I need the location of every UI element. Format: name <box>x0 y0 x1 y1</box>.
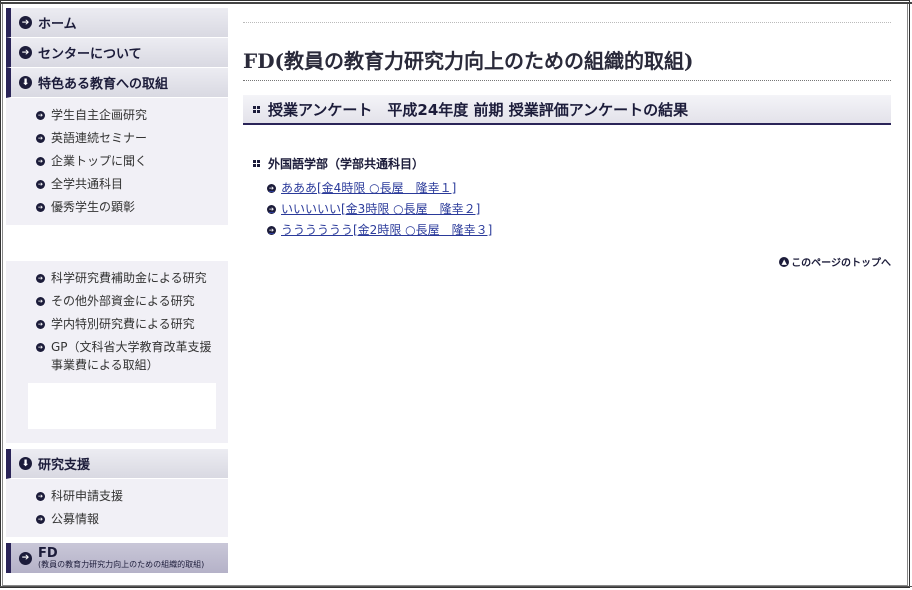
arrow-right-icon: ➔ <box>19 46 32 59</box>
nav-home-label: ホーム <box>38 17 77 32</box>
sidebar-item[interactable]: ➔ GP（文科省大学教育改革支援事業費による取組） <box>6 336 228 377</box>
arrow-right-icon: ➔ <box>267 184 276 193</box>
top-border <box>0 2 912 4</box>
arrow-right-icon: ➔ <box>36 274 45 283</box>
arrow-right-icon: ➔ <box>36 180 45 189</box>
nav-support[interactable]: ⬇ 研究支援 <box>6 449 228 479</box>
department-heading: 外国語学部（学部共通科目） <box>243 155 891 172</box>
page-title: FD(教員の教育力研究力向上のための組織的取組) <box>243 45 891 81</box>
sidebar-item[interactable]: ➔ 科研申請支援 <box>6 485 228 508</box>
arrow-right-icon: ➔ <box>36 157 45 166</box>
nav-home[interactable]: ➔ ホーム <box>6 8 228 38</box>
square-bullet-icon <box>253 105 260 113</box>
sidebar-item[interactable]: ➔ 学内特別研究費による研究 <box>6 313 228 336</box>
arrow-right-icon: ➔ <box>19 551 32 565</box>
sidebar-item-label: 英語連続セミナー <box>51 131 148 145</box>
arrow-right-icon: ➔ <box>36 492 45 501</box>
nav-about[interactable]: ➔ センターについて <box>6 38 228 68</box>
arrow-right-icon: ➔ <box>36 515 45 524</box>
sidebar-item[interactable]: ➔ 企業トップに聞く <box>6 150 228 173</box>
sidebar-item-label: 全学共通科目 <box>51 177 124 191</box>
square-bullet-icon <box>253 160 260 167</box>
arrow-right-icon: ➔ <box>36 111 45 120</box>
nav-fd[interactable]: ➔ FD (教員の教育力研究力向上のための組織的取組) <box>6 543 228 573</box>
result-link-label: いいいいい[金3時限 ○長屋 隆幸２] <box>281 202 481 216</box>
arrow-right-icon: ➔ <box>36 203 45 212</box>
back-to-top-link[interactable]: ▲ このページのトップへ <box>779 254 891 269</box>
sidebar-item[interactable]: ➔ 優秀学生の顕彰 <box>6 196 228 219</box>
sidebar-item[interactable]: ➔ 英語連続セミナー <box>6 127 228 150</box>
back-to-top-label: このページのトップへ <box>791 258 891 269</box>
main-content: FD(教員の教育力研究力向上のための組織的取組) 授業アンケート 平成24年度 … <box>243 8 891 269</box>
sidebar-item-label: 科学研究費補助金による研究 <box>51 271 207 285</box>
arrow-down-icon: ⬇ <box>19 457 32 470</box>
nav-support-label: 研究支援 <box>38 458 91 473</box>
nav-fd-title: FD <box>38 545 58 561</box>
sidebar-item[interactable]: ➔ 科学研究費補助金による研究 <box>6 267 228 290</box>
sidebar-item[interactable]: ➔ 公募情報 <box>6 508 228 531</box>
result-link[interactable]: ➔ いいいいい[金3時限 ○長屋 隆幸２] <box>267 199 891 220</box>
result-link-label: あああ[金4時限 ○長屋 隆幸１] <box>281 181 457 195</box>
nav-special-label: 特色ある教育への取組 <box>38 77 169 92</box>
blank-box <box>28 383 216 429</box>
sidebar-item[interactable]: ➔ その他外部資金による研究 <box>6 290 228 313</box>
section-title: 授業アンケート 平成24年度 前期 授業評価アンケートの結果 <box>268 100 689 119</box>
arrow-right-icon: ➔ <box>36 343 45 352</box>
result-link-label: うううううう[金2時限 ○長屋 隆幸３] <box>281 223 493 237</box>
sidebar-item-label: 科研申請支援 <box>51 489 124 503</box>
section-header: 授業アンケート 平成24年度 前期 授業評価アンケートの結果 <box>243 95 891 125</box>
arrow-right-icon: ➔ <box>36 320 45 329</box>
bottom-border <box>0 586 912 587</box>
result-link[interactable]: ➔ あああ[金4時限 ○長屋 隆幸１] <box>267 178 891 199</box>
arrow-right-icon: ➔ <box>267 226 276 235</box>
result-link[interactable]: ➔ うううううう[金2時限 ○長屋 隆幸３] <box>267 220 891 241</box>
breadcrumb <box>243 8 891 23</box>
arrow-right-icon: ➔ <box>267 205 276 214</box>
department-label: 外国語学部（学部共通科目） <box>268 157 425 171</box>
sidebar-item-label: 公募情報 <box>51 512 100 526</box>
sidebar-item-label: 学生自主企画研究 <box>51 108 148 122</box>
nav-about-label: センターについて <box>38 47 142 62</box>
research-subpanel: ➔ 科学研究費補助金による研究 ➔ その他外部資金による研究 ➔ 学内特別研究費による… <box>6 261 228 443</box>
arrow-right-icon: ➔ <box>36 297 45 306</box>
sidebar-gap <box>6 225 228 261</box>
sidebar-item-label: 企業トップに聞く <box>51 154 148 168</box>
nav-special[interactable]: ⬇ 特色ある教育への取組 <box>6 68 228 98</box>
sidebar-item[interactable]: ➔ 全学共通科目 <box>6 173 228 196</box>
arrow-right-icon: ➔ <box>36 134 45 143</box>
sidebar-item-label: 優秀学生の顕彰 <box>51 200 136 214</box>
arrow-up-icon: ▲ <box>779 256 790 267</box>
special-subpanel: ➔ 学生自主企画研究 ➔ 英語連続セミナー ➔ 企業トップに聞く ➔ 全学共通科目 ➔ 優… <box>6 98 228 225</box>
sidebar-item-label: 学内特別研究費による研究 <box>51 317 195 331</box>
sidebar: ➔ ホーム ➔ センターについて ⬇ 特色ある教育への取組 ➔ 学生自主企画研究 … <box>6 8 228 573</box>
nav-fd-subtitle: (教員の教育力研究力向上のための組織的取組) <box>38 559 205 569</box>
sidebar-item-label: その他外部資金による研究 <box>51 294 195 308</box>
support-subpanel: ➔ 科研申請支援 ➔ 公募情報 <box>6 479 228 537</box>
arrow-right-icon: ➔ <box>19 16 32 29</box>
result-links: ➔ あああ[金4時限 ○長屋 隆幸１] ➔ いいいいい[金3時限 ○長屋 隆幸２] … <box>243 178 891 241</box>
arrow-down-icon: ⬇ <box>19 76 32 89</box>
sidebar-item-label: GP（文科省大学教育改革支援事業費による取組） <box>51 340 212 372</box>
sidebar-item[interactable]: ➔ 学生自主企画研究 <box>6 104 228 127</box>
